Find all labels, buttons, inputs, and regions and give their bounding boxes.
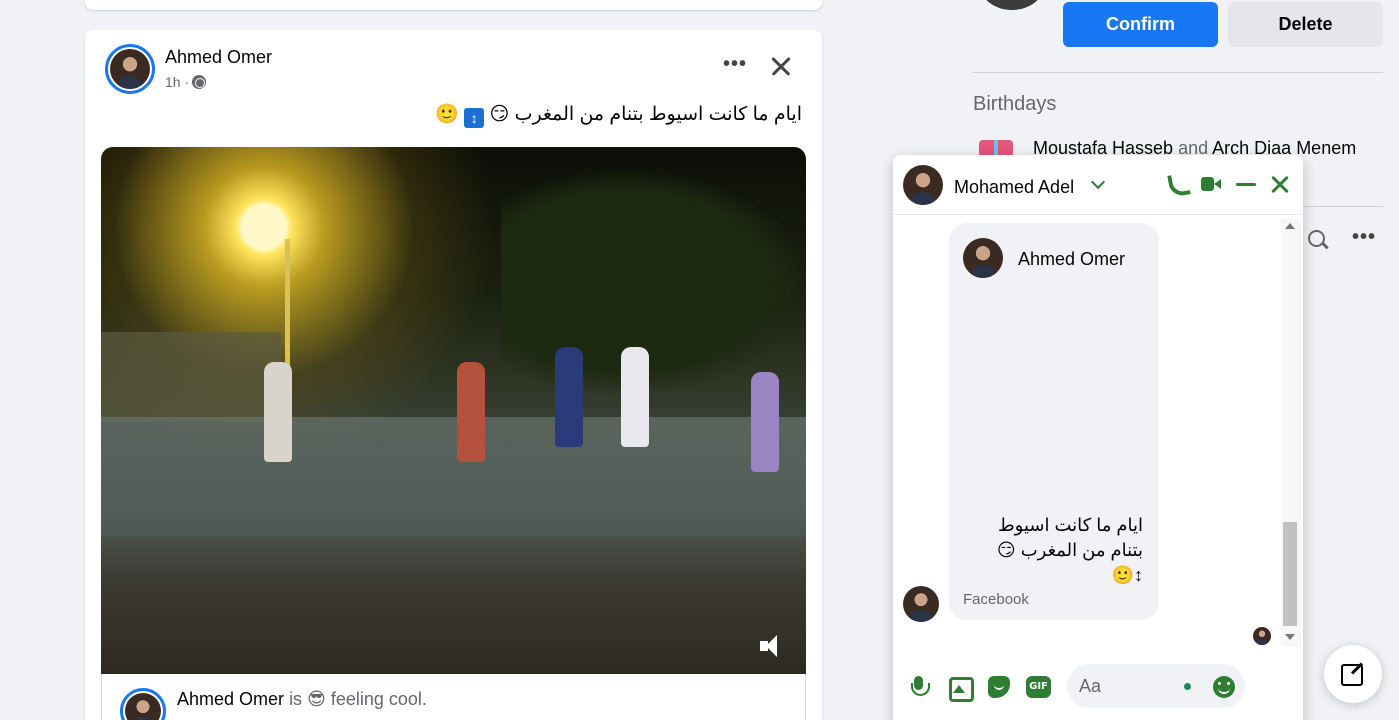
video-player-figure bbox=[555, 347, 583, 447]
divider bbox=[973, 72, 1383, 73]
shared-post-text: ايام ما كانت اسيوط بتنام من المغرب 😏 ↕🙂 bbox=[963, 513, 1143, 588]
birthdays-heading: Birthdays bbox=[973, 93, 1057, 115]
post-author-name[interactable]: Ahmed Omer bbox=[165, 47, 272, 68]
post-video[interactable] bbox=[101, 147, 806, 674]
chat-header: Mohamed Adel bbox=[893, 155, 1303, 215]
mute-icon[interactable] bbox=[760, 634, 788, 658]
video-player-figure bbox=[264, 362, 292, 462]
video-player-figure bbox=[457, 362, 485, 462]
sender-avatar bbox=[903, 586, 939, 622]
video-field bbox=[101, 417, 806, 537]
smile-emoji: 🙂 bbox=[435, 104, 459, 125]
video-player-figure bbox=[751, 372, 779, 472]
smirk-emoji: 😏 bbox=[489, 104, 510, 125]
gif-icon[interactable] bbox=[1026, 675, 1052, 699]
delete-button[interactable]: Delete bbox=[1228, 2, 1383, 47]
globe-icon bbox=[192, 75, 207, 89]
close-icon[interactable] bbox=[1269, 173, 1291, 195]
video-call-icon[interactable] bbox=[1201, 173, 1223, 195]
shared-status-line: Ahmed Omer is 😎 feeling cool. bbox=[177, 689, 427, 710]
video-player-figure bbox=[621, 347, 649, 447]
new-message-button[interactable] bbox=[1324, 645, 1382, 703]
friend-request-avatar[interactable] bbox=[980, 0, 1044, 10]
shared-is: is bbox=[289, 689, 303, 709]
up-down-arrow-emoji: ↕ bbox=[464, 108, 485, 128]
phone-icon[interactable] bbox=[1166, 173, 1188, 195]
seen-avatar bbox=[1253, 627, 1271, 645]
minimize-icon[interactable] bbox=[1235, 173, 1257, 195]
divider bbox=[1303, 206, 1383, 207]
contacts-more-button[interactable]: ••• bbox=[1352, 226, 1376, 249]
chat-scrollbar-thumb[interactable] bbox=[1283, 522, 1297, 626]
image-icon[interactable] bbox=[947, 675, 974, 702]
shared-text-line: بتنام من المغرب 😏 bbox=[996, 540, 1143, 560]
emoji-icon[interactable] bbox=[1213, 676, 1235, 698]
post-text-body: ايام ما كانت اسيوط بتنام من المغرب bbox=[514, 104, 802, 125]
post-close-button[interactable] bbox=[765, 50, 797, 82]
shared-post-message[interactable]: Ahmed Omer ايام ما كانت اسيوط بتنام من ا… bbox=[949, 223, 1159, 620]
video-wall bbox=[101, 332, 281, 422]
confirm-button[interactable]: Confirm bbox=[1063, 2, 1218, 47]
shared-author-name[interactable]: Ahmed Omer bbox=[177, 689, 284, 709]
microphone-icon[interactable] bbox=[907, 675, 931, 699]
shared-text-line: ↕🙂 bbox=[1111, 565, 1143, 585]
post-meta: 1h · bbox=[165, 74, 207, 90]
previous-post-card bbox=[85, 0, 822, 10]
shared-text-line: ايام ما كانت اسيوط bbox=[998, 515, 1143, 535]
chat-window: Mohamed Adel Ahmed Omer ايام ما كانت اسي… bbox=[893, 155, 1303, 720]
shared-post-header: Ahmed Omer is 😎 feeling cool. bbox=[101, 674, 806, 720]
shared-author-avatar[interactable] bbox=[120, 688, 166, 720]
cool-emoji: 😎 bbox=[307, 689, 326, 709]
chat-contact-avatar[interactable] bbox=[903, 165, 943, 205]
post-more-button[interactable]: ••• bbox=[717, 52, 753, 82]
shared-feeling: feeling cool. bbox=[330, 689, 427, 709]
shared-post-avatar bbox=[963, 238, 1003, 278]
shared-post-author: Ahmed Omer bbox=[1018, 249, 1126, 269]
search-icon[interactable] bbox=[1306, 228, 1330, 252]
scroll-down-arrow-icon[interactable] bbox=[1285, 634, 1295, 640]
sticker-icon[interactable] bbox=[987, 675, 1011, 699]
post-text: ايام ما كانت اسيوط بتنام من المغرب 😏 ↕ 🙂 bbox=[435, 102, 802, 128]
author-avatar[interactable] bbox=[105, 44, 155, 94]
video-trees bbox=[501, 167, 806, 397]
chevron-down-icon[interactable] bbox=[1090, 174, 1106, 190]
post-time[interactable]: 1h · bbox=[165, 74, 189, 90]
scroll-up-arrow-icon[interactable] bbox=[1285, 223, 1295, 229]
typing-dot-icon bbox=[1184, 683, 1191, 690]
chat-contact-name[interactable]: Mohamed Adel bbox=[954, 177, 1074, 198]
shared-post-source: Facebook bbox=[963, 591, 1029, 608]
feed-post: Ahmed Omer 1h · ••• ايام ما كانت اسيوط ب… bbox=[85, 30, 822, 720]
